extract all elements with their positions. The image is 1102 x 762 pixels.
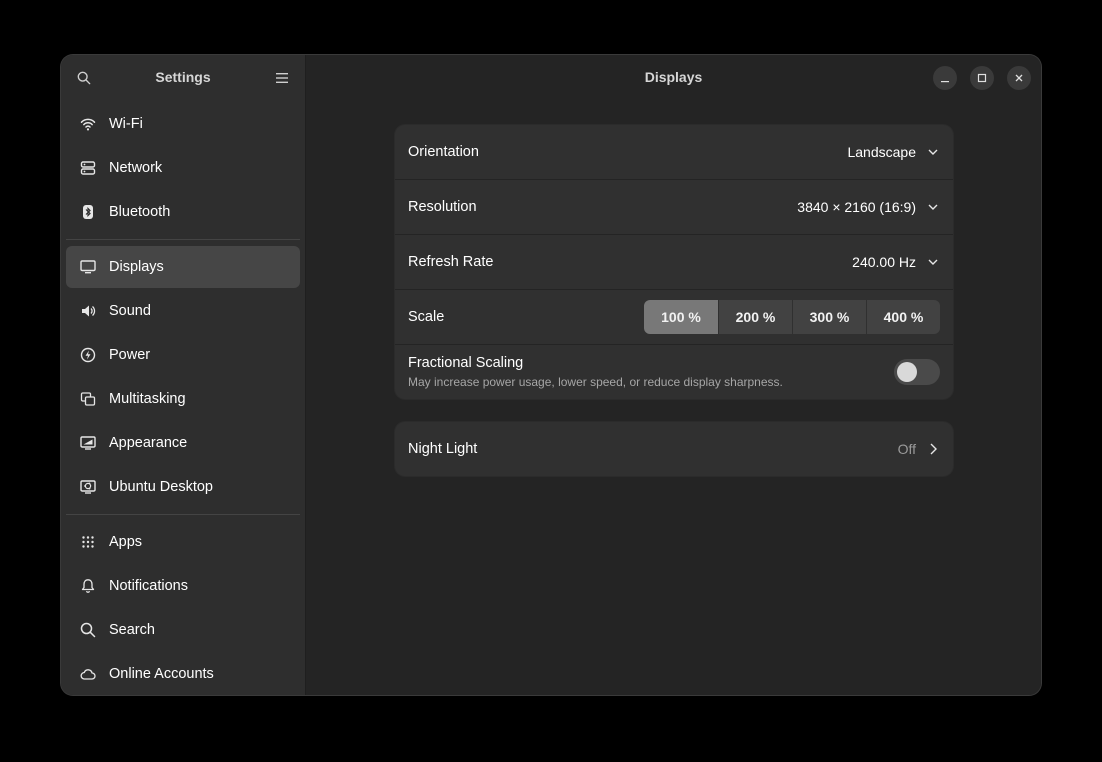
refresh-rate-row[interactable]: Refresh Rate 240.00 Hz — [395, 235, 953, 290]
sidebar-item-appearance[interactable]: Appearance — [66, 422, 300, 464]
sidebar-item-displays[interactable]: Displays — [66, 246, 300, 288]
main-panel: Displays Orientation Landscape Resolutio… — [306, 55, 1041, 695]
sidebar-item-label: Power — [109, 347, 151, 363]
toggle-knob — [897, 362, 917, 382]
chevron-down-icon — [926, 255, 940, 269]
fractional-scaling-text: Fractional Scaling May increase power us… — [408, 355, 894, 389]
multitasking-icon — [80, 391, 96, 407]
sidebar-item-sound[interactable]: Sound — [66, 290, 300, 332]
sidebar-item-label: Multitasking — [109, 391, 186, 407]
sidebar-item-bluetooth[interactable]: Bluetooth — [66, 191, 300, 233]
fractional-scaling-title: Fractional Scaling — [408, 355, 524, 371]
bell-icon — [80, 578, 96, 594]
fractional-scaling-toggle[interactable] — [894, 359, 940, 385]
network-icon — [80, 160, 96, 176]
display-icon — [80, 259, 96, 275]
sidebar-item-label: Search — [109, 622, 155, 638]
speaker-icon — [80, 303, 96, 319]
resolution-label: Resolution — [408, 199, 477, 215]
scale-option-100[interactable]: 100 % — [644, 300, 718, 334]
sidebar-item-apps[interactable]: Apps — [66, 521, 300, 563]
search-icon — [80, 622, 96, 638]
sidebar-item-notifications[interactable]: Notifications — [66, 565, 300, 607]
bluetooth-icon — [80, 204, 96, 220]
sidebar-item-label: Appearance — [109, 435, 188, 451]
refresh-rate-label: Refresh Rate — [408, 254, 494, 270]
cloud-icon — [80, 666, 96, 682]
sidebar-item-multitasking[interactable]: Multitasking — [66, 378, 300, 420]
maximize-icon — [977, 73, 987, 83]
scale-segmented-control: 100 % 200 % 300 % 400 % — [644, 300, 940, 334]
sidebar: Settings Wi-Fi Network Bluetooth Display… — [61, 55, 306, 695]
scale-option-400[interactable]: 400 % — [866, 300, 940, 334]
sidebar-item-label: Network — [109, 160, 163, 176]
close-icon — [1015, 74, 1023, 82]
resolution-row[interactable]: Resolution 3840 × 2160 (16:9) — [395, 180, 953, 235]
page-title: Displays — [644, 69, 703, 85]
sidebar-item-label: Ubuntu Desktop — [109, 479, 213, 495]
hamburger-menu-icon — [276, 73, 288, 83]
close-button[interactable] — [1007, 66, 1031, 90]
wifi-icon — [80, 116, 96, 132]
minimize-button[interactable] — [933, 66, 957, 90]
night-light-card: Night Light Off — [395, 422, 953, 476]
refresh-rate-value: 240.00 Hz — [852, 254, 916, 270]
maximize-button[interactable] — [970, 66, 994, 90]
sidebar-item-label: Online Accounts — [109, 666, 214, 682]
sidebar-item-power[interactable]: Power — [66, 334, 300, 376]
sidebar-item-label: Displays — [109, 259, 164, 275]
ubuntu-desktop-icon — [80, 479, 96, 495]
sidebar-item-label: Sound — [109, 303, 151, 319]
main-menu-button[interactable] — [271, 67, 293, 89]
chevron-down-icon — [926, 145, 940, 159]
sidebar-item-network[interactable]: Network — [66, 147, 300, 189]
scale-row: Scale 100 % 200 % 300 % 400 % — [395, 290, 953, 345]
settings-window: Settings Wi-Fi Network Bluetooth Display… — [61, 55, 1041, 695]
minimize-icon — [941, 81, 949, 83]
orientation-label: Orientation — [408, 144, 479, 160]
night-light-row[interactable]: Night Light Off — [395, 422, 953, 476]
display-settings-card: Orientation Landscape Resolution 3840 × … — [395, 125, 953, 399]
scale-option-200[interactable]: 200 % — [718, 300, 792, 334]
sidebar-item-search[interactable]: Search — [66, 609, 300, 651]
resolution-value: 3840 × 2160 (16:9) — [797, 199, 916, 215]
sidebar-item-online-accounts[interactable]: Online Accounts — [66, 653, 300, 695]
sidebar-title: Settings — [155, 69, 211, 85]
sidebar-item-label: Apps — [109, 534, 143, 550]
fractional-scaling-subtitle: May increase power usage, lower speed, o… — [408, 375, 783, 389]
night-light-status: Off — [897, 441, 916, 457]
fractional-scaling-row: Fractional Scaling May increase power us… — [395, 345, 953, 399]
chevron-down-icon — [926, 200, 940, 214]
sidebar-item-label: Notifications — [109, 578, 188, 594]
sidebar-item-ubuntu-desktop[interactable]: Ubuntu Desktop — [66, 466, 300, 508]
sidebar-header: Settings — [61, 55, 305, 101]
orientation-row[interactable]: Orientation Landscape — [395, 125, 953, 180]
scale-option-300[interactable]: 300 % — [792, 300, 866, 334]
sidebar-divider — [66, 514, 300, 515]
appearance-icon — [80, 435, 96, 451]
scale-label: Scale — [408, 309, 445, 325]
sidebar-item-label: Bluetooth — [109, 204, 171, 220]
power-icon — [80, 347, 96, 363]
sidebar-item-label: Wi-Fi — [109, 116, 143, 132]
apps-grid-icon — [80, 534, 96, 550]
night-light-label: Night Light — [408, 441, 478, 457]
chevron-right-icon — [926, 442, 940, 456]
sidebar-nav: Wi-Fi Network Bluetooth Displays Sound P… — [61, 103, 305, 695]
sidebar-item-wifi[interactable]: Wi-Fi — [66, 103, 300, 145]
sidebar-divider — [66, 239, 300, 240]
orientation-value: Landscape — [847, 144, 916, 160]
